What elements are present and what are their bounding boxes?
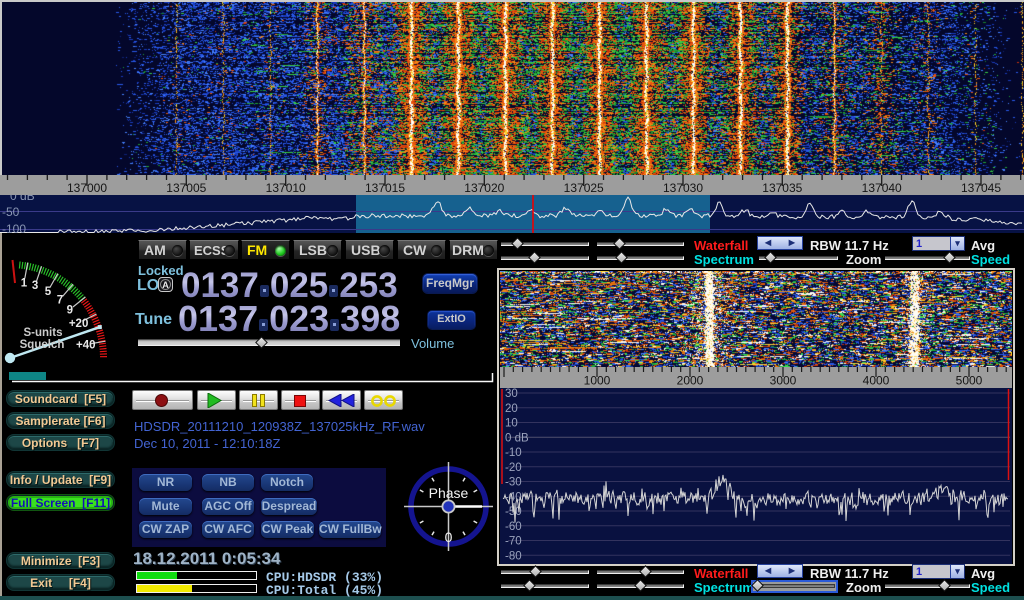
svg-text:1: 1 xyxy=(21,277,28,289)
svg-text:-20: -20 xyxy=(505,462,522,474)
svg-text:-30: -30 xyxy=(505,477,522,489)
svg-text:0: 0 xyxy=(445,529,453,545)
svg-text:137030: 137030 xyxy=(663,181,703,195)
svg-text:4000: 4000 xyxy=(863,374,890,388)
svg-text:0 dB: 0 dB xyxy=(505,432,529,444)
svg-text:137035: 137035 xyxy=(762,181,802,195)
svg-text:-60: -60 xyxy=(505,521,522,533)
svg-text:0 dB: 0 dB xyxy=(10,195,35,203)
svg-text:9: 9 xyxy=(67,305,73,317)
svg-text:137040: 137040 xyxy=(862,181,902,195)
svg-text:5000: 5000 xyxy=(956,374,983,388)
svg-text:137010: 137010 xyxy=(266,181,306,195)
svg-text:137005: 137005 xyxy=(166,181,206,195)
svg-text:137020: 137020 xyxy=(464,181,504,195)
svg-text:1000: 1000 xyxy=(584,374,611,388)
svg-text:-70: -70 xyxy=(505,536,522,548)
svg-text:20: 20 xyxy=(505,403,518,415)
svg-text:137015: 137015 xyxy=(365,181,405,195)
svg-text:3: 3 xyxy=(32,280,38,292)
svg-text:137025: 137025 xyxy=(564,181,604,195)
svg-text:137000: 137000 xyxy=(67,181,107,195)
svg-text:30: 30 xyxy=(505,388,518,400)
svg-text:10: 10 xyxy=(505,418,518,430)
svg-text:137045: 137045 xyxy=(961,181,1001,195)
svg-text:-50: -50 xyxy=(2,205,20,219)
svg-text:2000: 2000 xyxy=(677,374,704,388)
svg-text:Phase: Phase xyxy=(429,485,469,501)
svg-text:S-units: S-units xyxy=(24,327,63,339)
svg-text:-10: -10 xyxy=(505,447,522,459)
svg-text:+20: +20 xyxy=(69,318,89,330)
svg-text:+40: +40 xyxy=(76,340,96,352)
svg-text:-100: -100 xyxy=(2,222,26,233)
svg-text:5: 5 xyxy=(45,286,52,298)
svg-text:Squelch: Squelch xyxy=(20,339,65,351)
svg-text:-80: -80 xyxy=(505,550,522,562)
svg-text:3000: 3000 xyxy=(770,374,797,388)
svg-text:7: 7 xyxy=(57,294,63,306)
